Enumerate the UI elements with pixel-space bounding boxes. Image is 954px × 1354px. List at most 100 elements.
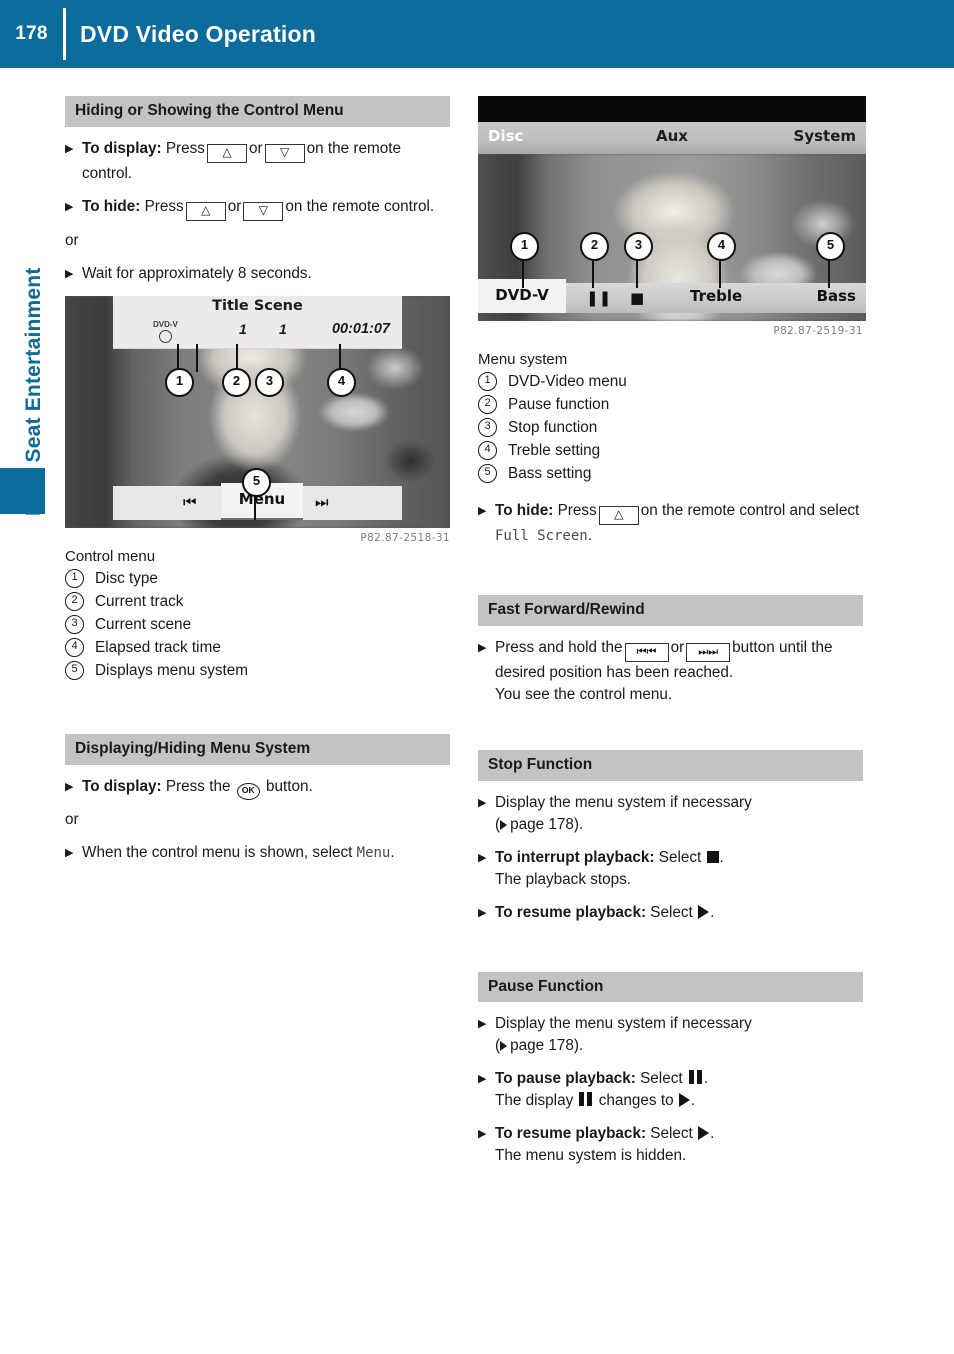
next-track-icon[interactable]: ⏭ xyxy=(315,493,329,511)
figure-menu-system: Disc Aux System DVD-V ❚❚ ■ Treble Bass 1… xyxy=(478,96,866,337)
stop-icon[interactable]: ■ xyxy=(630,289,644,307)
step-text-a: Select xyxy=(650,903,693,921)
step-text-b: . xyxy=(703,1070,709,1088)
step-bullet-icon: ▶ xyxy=(65,780,74,794)
callout-4: 4 xyxy=(707,232,736,261)
step-text: When the control menu is shown, select M… xyxy=(82,842,450,864)
step-label: To pause playback: xyxy=(495,1070,636,1088)
step-text-b: or xyxy=(670,638,685,656)
step-text-b: . xyxy=(710,1124,715,1142)
figure-caption-code: P82.87-2519-31 xyxy=(773,325,863,337)
stop-icon xyxy=(706,850,719,863)
callout-5: 5 xyxy=(816,232,845,261)
step-note: You see the control menu. xyxy=(495,685,673,703)
legend-item: 1 DVD-Video menu xyxy=(478,372,863,391)
legend-label: Disc type xyxy=(95,569,158,587)
legend-number: 2 xyxy=(65,592,84,612)
step-to-display-control-menu: ▶ To display: Press △ or ▽ on the remote con… xyxy=(65,138,450,185)
menu-entry-name: Full Screen xyxy=(495,528,588,544)
step-text-a: Press xyxy=(557,502,597,519)
legend-number: 2 xyxy=(478,395,497,414)
legend-label: Bass setting xyxy=(508,464,592,482)
step-label: To resume playback: xyxy=(495,1124,647,1142)
previous-track-icon[interactable]: ⏮ xyxy=(183,493,197,511)
play-icon xyxy=(698,1125,710,1140)
legend-label: Treble setting xyxy=(508,441,601,459)
callout-3: 3 xyxy=(624,232,653,261)
step-text-b: or xyxy=(248,139,263,157)
step-bullet-icon: ▶ xyxy=(478,1126,487,1140)
treble-setting-button[interactable]: Treble xyxy=(690,287,742,305)
legend-number: 5 xyxy=(478,464,497,483)
step-text-a: Press and hold the xyxy=(495,638,623,656)
step-text-c: . xyxy=(587,527,592,544)
legend-label: Elapsed track time xyxy=(95,638,221,656)
bass-setting-button[interactable]: Bass xyxy=(817,287,856,305)
section-heading-stop-function: Stop Function xyxy=(478,750,863,782)
step-label: To display: xyxy=(82,139,162,157)
step-text: Wait for approximately 8 seconds. xyxy=(82,264,312,282)
step-label: To resume playback: xyxy=(495,903,647,921)
step-bullet-icon: ▶ xyxy=(478,504,487,517)
step-bullet-icon: ▶ xyxy=(478,1017,487,1031)
step-note-a: The display xyxy=(495,1091,574,1109)
step-select-menu-entry: ▶ When the control menu is shown, select… xyxy=(65,842,450,864)
step-note: The menu system is hidden. xyxy=(495,1146,687,1164)
page-title: DVD Video Operation xyxy=(80,20,316,47)
legend-item: 4 Elapsed track time xyxy=(65,638,450,658)
step-text-b: . xyxy=(390,844,395,862)
legend-item: 5 Bass setting xyxy=(478,464,863,483)
menu-entry-name: Menu xyxy=(356,845,391,862)
step-text-b: . xyxy=(719,848,724,866)
step-text: To resume playback: Select . The menu sy… xyxy=(495,1123,863,1167)
step-text: To interrupt playback: Select . The play… xyxy=(495,847,863,891)
chapter-tab-label: Rear Seat Entertainment xyxy=(22,267,45,516)
step-bullet-icon: ▶ xyxy=(65,199,74,213)
legend-caption: Menu system xyxy=(478,351,568,368)
step-bullet-icon: ▶ xyxy=(478,1072,487,1086)
osd-title-label: Title xyxy=(212,298,249,315)
control-menu-screenshot: Title Scene DVD-V 1 1 00:01:07 ⏮ Menu ⏭ … xyxy=(65,296,450,529)
pause-icon xyxy=(688,1070,702,1085)
step-text-a: Select xyxy=(650,1124,693,1142)
left-column: Hiding or Showing the Control Menu ▶ To … xyxy=(65,96,450,864)
step-resume-playback-pause: ▶ To resume playback: Select . The menu … xyxy=(478,1123,863,1167)
pause-icon[interactable]: ❚❚ xyxy=(586,289,611,307)
legend-caption: Control menu xyxy=(65,548,156,566)
legend-number: 1 xyxy=(478,372,497,391)
remote-up-key-icon: △ xyxy=(206,143,247,163)
step-label: To interrupt playback: xyxy=(495,848,655,866)
legend-item: 1 Disc type xyxy=(65,569,450,589)
legend-label: Pause function xyxy=(508,395,610,413)
right-column: Disc Aux System DVD-V ❚❚ ■ Treble Bass 1… xyxy=(478,96,866,1167)
step-text: Press and hold the ⏮⏮ or ⏭⏭ button until the… xyxy=(495,637,863,706)
step-text: To display: Press the OK button. xyxy=(82,776,450,801)
callout-2: 2 xyxy=(580,232,609,261)
step-text: To hide: Press △ on the remote control and… xyxy=(495,500,863,547)
step-display-menu-system: ▶ To display: Press the OK button. xyxy=(65,776,450,801)
step-text-b: button. xyxy=(265,778,313,796)
step-text-b: or xyxy=(227,197,242,215)
section-heading-fast-forward-rewind: Fast Forward/Rewind xyxy=(478,594,863,626)
page-reference[interactable]: page 178 xyxy=(510,816,574,833)
remote-down-key-icon: ▽ xyxy=(264,143,305,163)
step-resume-playback-stop: ▶ To resume playback: Select . xyxy=(478,902,863,924)
step-text-b: on the remote control and select xyxy=(640,502,860,519)
legend-number: 1 xyxy=(65,569,84,589)
step-text: Display the menu system if necessary (pa… xyxy=(495,794,752,834)
step-pause-playback: ▶ To pause playback: Select . The displa… xyxy=(478,1068,863,1112)
page-reference[interactable]: page 178 xyxy=(510,1037,574,1054)
section-heading-displaying-hiding-menu-system: Displaying/Hiding Menu System xyxy=(65,734,450,766)
step-label: To hide: xyxy=(495,502,554,519)
step-bullet-icon: ▶ xyxy=(478,640,487,654)
tab-system[interactable]: System xyxy=(794,127,856,145)
page-header: 178 DVD Video Operation xyxy=(0,0,954,68)
step-text: To resume playback: Select . xyxy=(495,902,863,924)
legend-label: DVD-Video menu xyxy=(508,372,627,390)
step-note: The playback stops. xyxy=(495,870,632,888)
step-text-a: Display the menu system if necessary xyxy=(495,794,752,812)
legend-item: 2 Current track xyxy=(65,592,450,612)
or-connector: or xyxy=(65,811,79,829)
legend-number: 3 xyxy=(478,418,497,437)
page-number: 178 xyxy=(15,23,48,44)
